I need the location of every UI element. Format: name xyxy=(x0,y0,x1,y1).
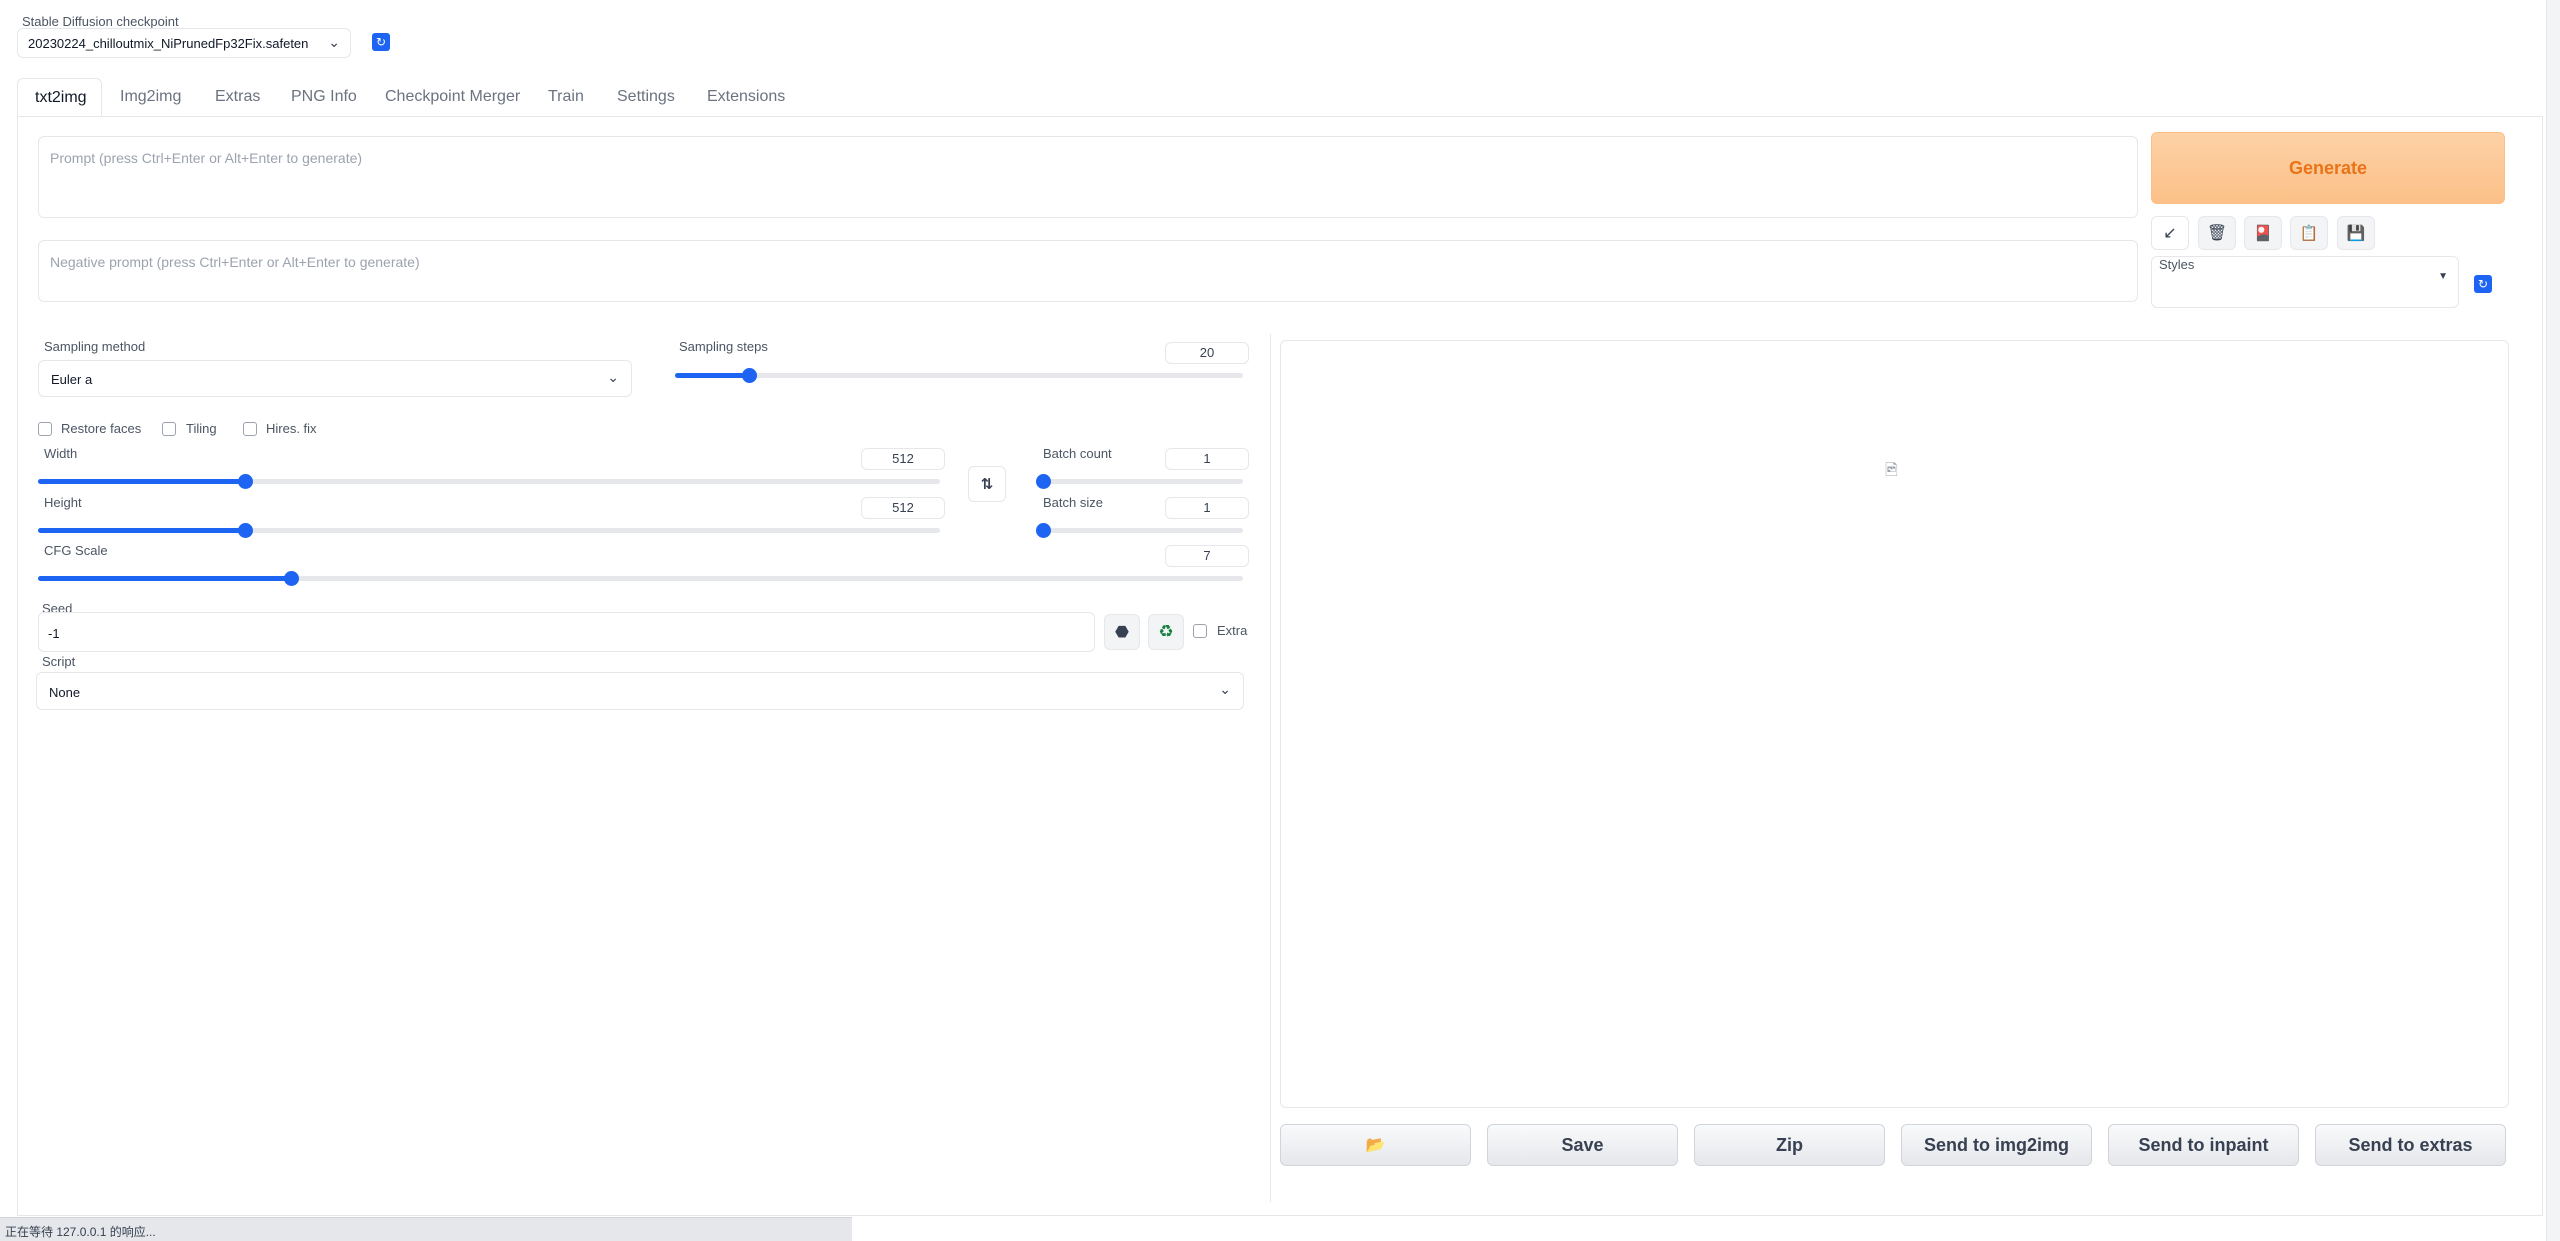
negative-prompt-placeholder: Negative prompt (press Ctrl+Enter or Alt… xyxy=(50,254,420,270)
send-to-extras-button[interactable]: Send to extras xyxy=(2315,1124,2506,1166)
page-scrollbar[interactable] xyxy=(2546,0,2560,1241)
prompt-textarea[interactable]: Prompt (press Ctrl+Enter or Alt+Enter to… xyxy=(38,136,2138,218)
open-folder-button[interactable]: 📂 xyxy=(1280,1124,1471,1166)
trash-icon: 🗑 xyxy=(2206,225,2228,242)
batch-size-input[interactable]: 1 xyxy=(1165,497,1249,519)
refresh-icon: ↻ xyxy=(375,35,387,49)
batch-size-label: Batch size xyxy=(1043,495,1103,510)
height-input[interactable]: 512 xyxy=(861,497,945,519)
refresh-styles-button[interactable]: ↻ xyxy=(2474,275,2492,293)
cfg-scale-slider[interactable] xyxy=(38,571,1243,586)
status-bar: 正在等待 127.0.0.1 的响应... xyxy=(0,1217,852,1241)
height-label: Height xyxy=(44,495,82,510)
sampling-method-label: Sampling method xyxy=(44,339,146,354)
styles-dropdown[interactable]: Styles ▼ xyxy=(2151,256,2459,308)
restore-faces-label: Restore faces xyxy=(61,421,142,436)
checkpoint-value: 20230224_chilloutmix_NiPrunedFp32Fix.saf… xyxy=(28,36,309,51)
negative-prompt-textarea[interactable]: Negative prompt (press Ctrl+Enter or Alt… xyxy=(38,240,2138,302)
reuse-seed-button[interactable]: ♻ xyxy=(1148,614,1184,650)
height-slider[interactable] xyxy=(38,523,940,538)
batch-count-label: Batch count xyxy=(1043,446,1112,461)
chevron-down-icon: ⌄ xyxy=(1219,681,1231,697)
apply-style-button[interactable]: 📋 xyxy=(2290,216,2328,250)
tab-train[interactable]: Train xyxy=(548,88,584,106)
sampling-method-dropdown[interactable]: Euler a ⌄ xyxy=(38,360,632,397)
width-input[interactable]: 512 xyxy=(861,448,945,470)
card-icon: 🎴 xyxy=(2253,225,2273,242)
tab-checkpoint-merger[interactable]: Checkpoint Merger xyxy=(385,88,520,106)
send-to-inpaint-button[interactable]: Send to inpaint xyxy=(2108,1124,2299,1166)
save-button[interactable]: Save xyxy=(1487,1124,1678,1166)
refresh-icon: ↻ xyxy=(2477,277,2489,291)
folder-icon: 📂 xyxy=(1365,1137,1386,1154)
checkpoint-label: Stable Diffusion checkpoint xyxy=(22,14,179,29)
cfg-scale-input[interactable]: 7 xyxy=(1165,545,1249,567)
script-dropdown[interactable]: None ⌄ xyxy=(36,672,1244,710)
tab-png-info[interactable]: PNG Info xyxy=(291,88,357,106)
batch-count-slider[interactable] xyxy=(1036,474,1243,489)
batch-count-input[interactable]: 1 xyxy=(1165,448,1249,470)
tab-extensions[interactable]: Extensions xyxy=(707,88,785,106)
floppy-disk-icon: 💾 xyxy=(2346,225,2366,242)
clear-prompt-button[interactable]: 🗑 xyxy=(2198,216,2236,250)
sampling-steps-input[interactable]: 20 xyxy=(1165,342,1249,364)
chevron-down-icon: ⌄ xyxy=(607,369,619,385)
width-slider[interactable] xyxy=(38,474,940,489)
tab-label: txt2img xyxy=(35,89,87,106)
tab-img2img[interactable]: Img2img xyxy=(120,88,181,106)
cfg-scale-label: CFG Scale xyxy=(44,543,108,558)
sampling-method-value: Euler a xyxy=(51,372,93,387)
tab-settings[interactable]: Settings xyxy=(617,88,675,106)
show-extra-networks-button[interactable]: 🎴 xyxy=(2244,216,2282,250)
swap-dimensions-button[interactable]: ⇅ xyxy=(968,466,1006,502)
checkpoint-dropdown[interactable]: 20230224_chilloutmix_NiPrunedFp32Fix.saf… xyxy=(17,28,351,58)
styles-label: Styles xyxy=(2159,257,2195,272)
seed-value: -1 xyxy=(48,626,60,641)
generate-label: Generate xyxy=(2288,157,2368,178)
zip-button[interactable]: Zip xyxy=(1694,1124,1885,1166)
image-placeholder-icon: 🖻 xyxy=(1885,462,1898,479)
extra-seed-label: Extra xyxy=(1217,623,1248,638)
width-label: Width xyxy=(44,446,78,461)
sampling-steps-slider[interactable] xyxy=(675,368,1243,383)
send-to-img2img-button[interactable]: Send to img2img xyxy=(1901,1124,2092,1166)
random-seed-button[interactable]: ⬣ xyxy=(1104,614,1140,650)
generate-button[interactable]: Generate xyxy=(2151,132,2505,204)
save-style-button[interactable]: 💾 xyxy=(2337,216,2375,250)
script-value: None xyxy=(49,685,81,700)
seed-input[interactable]: -1 xyxy=(38,612,1095,652)
batch-size-slider[interactable] xyxy=(1036,523,1243,538)
tab-extras[interactable]: Extras xyxy=(215,88,260,106)
dice-icon: ⬣ xyxy=(1115,624,1129,641)
extra-seed-checkbox[interactable] xyxy=(1193,624,1207,638)
image-gallery: 🖻 xyxy=(1280,340,2509,1108)
status-text: 正在等待 127.0.0.1 的响应... xyxy=(5,1225,156,1239)
clipboard-icon: 📋 xyxy=(2299,225,2319,242)
caret-down-icon: ▼ xyxy=(2438,271,2448,282)
tiling-label: Tiling xyxy=(186,421,217,436)
swap-arrows-icon: ⇅ xyxy=(980,476,994,493)
hires-fix-checkbox[interactable] xyxy=(243,422,257,436)
tiling-checkbox[interactable] xyxy=(162,422,176,436)
hires-fix-label: Hires. fix xyxy=(266,421,317,436)
recycle-icon: ♻ xyxy=(1158,622,1174,641)
read-params-button[interactable]: ↙ xyxy=(2151,216,2189,250)
chevron-down-icon: ⌄ xyxy=(328,34,340,50)
prompt-placeholder: Prompt (press Ctrl+Enter or Alt+Enter to… xyxy=(50,150,363,166)
script-label: Script xyxy=(42,654,76,669)
sampling-steps-label: Sampling steps xyxy=(679,339,768,354)
restore-faces-checkbox[interactable] xyxy=(38,422,52,436)
arrow-diagonal-icon: ↙ xyxy=(2163,225,2177,242)
refresh-checkpoint-button[interactable]: ↻ xyxy=(372,33,390,51)
tab-txt2img[interactable]: txt2img xyxy=(17,78,102,116)
